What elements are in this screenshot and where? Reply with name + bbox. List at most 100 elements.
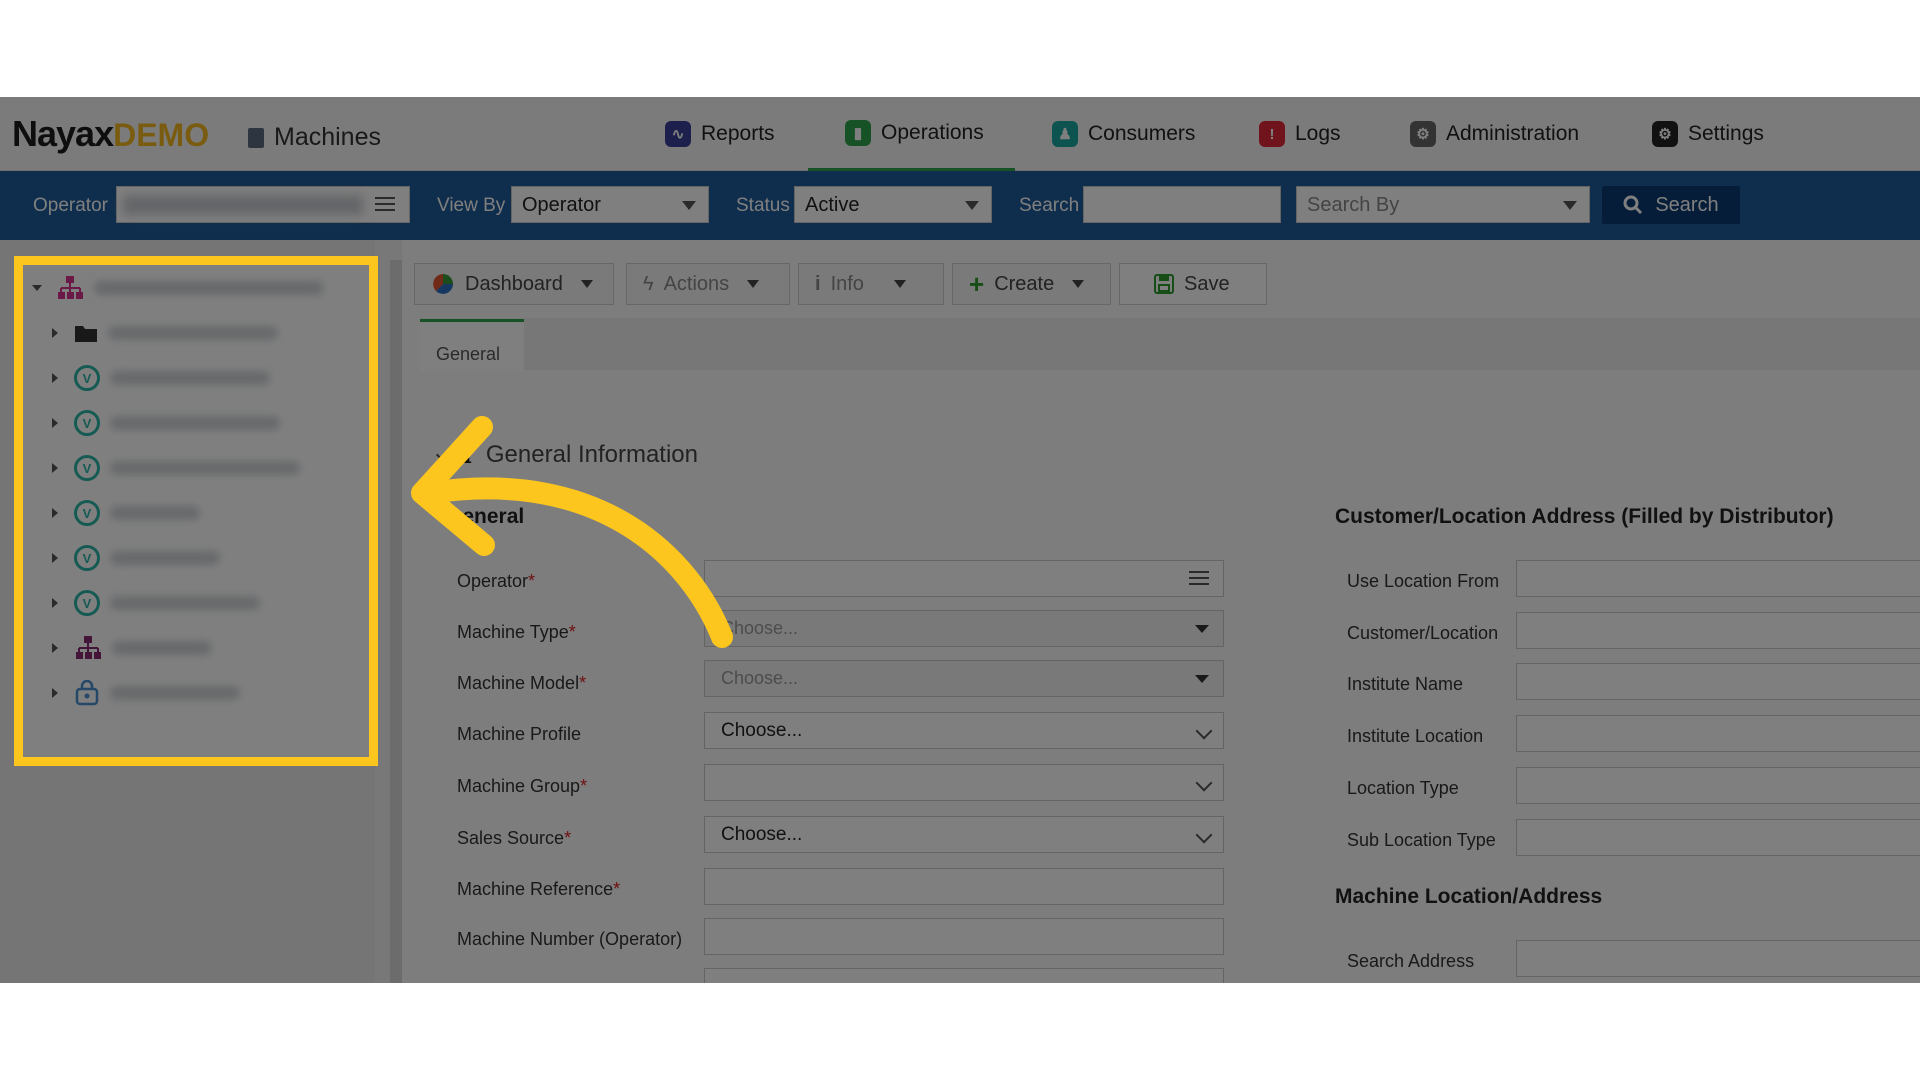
customer-location-input[interactable] [1516,612,1920,649]
machine-number-label: Machine Number (Operator) [457,929,682,950]
nav-administration[interactable]: ⚙ Administration [1410,97,1579,171]
filter-toolbar: Operator View By Operator Status Active … [0,171,1920,240]
searchby-select[interactable]: Search By [1296,186,1590,223]
lightning-icon: ϟ [643,272,654,295]
status-value: Active [805,194,860,216]
chevron-down-icon [1195,722,1213,740]
machine-model-select[interactable]: Choose... [704,660,1224,697]
chevron-down-icon [1563,201,1577,210]
required-mark: * [580,776,588,796]
save-button[interactable]: Save [1119,263,1267,305]
nav-consumers[interactable]: ♟ Consumers [1052,97,1195,171]
address-heading: Customer/Location Address (Filled by Dis… [1335,505,1834,528]
module-title: Machines [248,123,381,152]
nayax-logo[interactable]: NayaxDEMO [12,113,209,155]
operator-input[interactable] [704,560,1224,597]
logs-icon: ! [1259,121,1285,147]
actions-label: Actions [663,272,730,295]
institute-location-label: Institute Location [1347,726,1484,746]
tab-general[interactable]: General [420,319,524,371]
search-address-label: Search Address [1347,951,1475,971]
chevron-down-icon [1195,826,1213,844]
tutorial-arrow-icon [411,416,733,648]
required-mark: * [564,828,572,848]
use-location-from-input[interactable] [1516,560,1920,597]
search-button[interactable]: Search [1602,186,1740,224]
create-label: Create [994,272,1055,295]
status-label: Status [736,195,790,216]
institute-location-input[interactable] [1516,715,1920,752]
reports-icon: ∿ [665,121,691,147]
use-location-from-label: Use Location From [1347,571,1500,591]
sub-location-type-input[interactable] [1516,819,1920,856]
nav-label: Consumers [1088,122,1196,145]
create-button[interactable]: + Create [952,263,1111,305]
tab-label: General [436,344,501,364]
nav-operations[interactable]: ▮ Operations [808,97,1015,171]
list-icon[interactable] [1189,571,1209,587]
label-text: Machine Profile [457,724,582,744]
info-label: Info [830,272,864,295]
app-window: NayaxDEMO Machines ∿ Reports ▮ Operation… [0,97,1920,983]
search-icon [1623,195,1643,215]
nav-label: Settings [1688,122,1764,145]
machine-type-select[interactable]: Choose... [704,610,1224,647]
logo-brand: Nayax [12,113,114,154]
select-value: Choose... [721,824,803,845]
machine-group-label: Machine Group* [457,776,587,797]
operations-icon: ▮ [845,119,871,146]
machine-reference-input[interactable] [704,868,1224,905]
chevron-down-icon [747,280,760,288]
chevron-down-icon [1195,774,1213,792]
operator-filter-input[interactable] [116,186,410,223]
select-placeholder: Choose... [721,668,799,688]
nav-logs[interactable]: ! Logs [1259,97,1341,171]
machine-group-select[interactable] [704,764,1224,801]
app-header: NayaxDEMO Machines ∿ Reports ▮ Operation… [0,97,1920,171]
list-icon[interactable] [375,197,395,213]
chevron-down-icon [682,201,696,210]
nav-reports[interactable]: ∿ Reports [665,97,775,171]
label-text: Machine Reference [457,879,614,899]
label-text: Machine Model [457,673,580,693]
administration-icon: ⚙ [1410,121,1436,147]
actions-button[interactable]: ϟ Actions [626,263,790,305]
chevron-down-icon [1195,675,1209,683]
search-input[interactable] [1083,186,1281,223]
sales-source-select[interactable]: Choose... [704,816,1224,853]
operator-filter-label: Operator [33,195,108,216]
machine-profile-select[interactable]: Choose... [704,712,1224,749]
dashboard-button[interactable]: Dashboard [414,263,614,305]
module-label: Machines [274,123,381,151]
location-type-input[interactable] [1516,767,1920,804]
machine-icon [248,127,264,148]
nav-label: Reports [701,122,775,145]
search-label: Search [1019,195,1080,216]
dashboard-label: Dashboard [465,272,563,295]
searchby-placeholder: Search By [1307,194,1400,216]
location-type-label: Location Type [1347,778,1459,798]
sales-source-label: Sales Source* [457,828,571,849]
label-text: Sales Source [457,828,565,848]
viewby-label: View By [437,195,506,216]
label-text: Machine Group [457,776,581,796]
machine-number-input[interactable] [704,918,1224,955]
select-value: Choose... [721,720,803,741]
viewby-value: Operator [522,194,601,216]
nav-label: Operations [881,120,984,144]
status-select[interactable]: Active [794,186,992,223]
chevron-down-icon [1072,280,1085,288]
viewby-select[interactable]: Operator [511,186,709,223]
institute-name-input[interactable] [1516,663,1920,700]
machine-profile-label: Machine Profile [457,724,581,745]
next-field-input[interactable] [704,968,1224,983]
chevron-down-icon [1195,625,1209,633]
required-mark: * [613,879,621,899]
pie-chart-icon [433,274,453,294]
search-address-input[interactable] [1516,940,1920,977]
nav-settings[interactable]: ⚙ Settings [1652,97,1764,171]
machine-location-heading: Machine Location/Address [1335,885,1603,908]
search-button-label: Search [1655,193,1719,216]
chevron-down-icon [580,280,593,288]
info-button[interactable]: i Info [798,263,944,305]
